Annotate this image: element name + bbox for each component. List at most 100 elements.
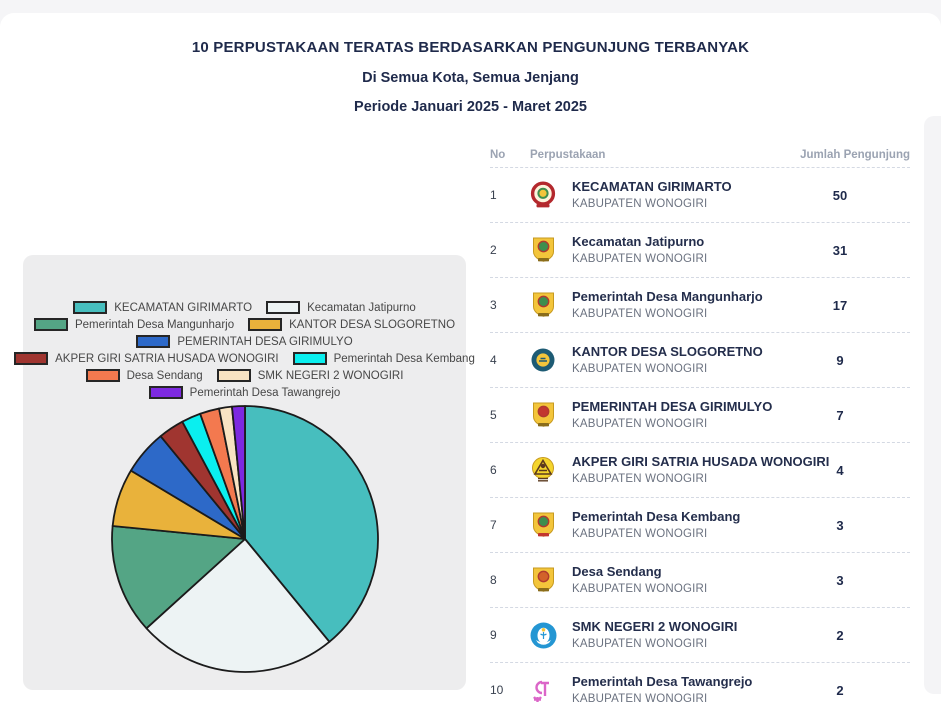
legend-item-10[interactable]: Pemerintah Desa Tawangrejo bbox=[149, 386, 341, 399]
pie-chart bbox=[109, 403, 381, 680]
legend-item-5[interactable]: PEMERINTAH DESA GIRIMULYO bbox=[136, 335, 352, 348]
row-number: 6 bbox=[490, 463, 520, 477]
library-region: KABUPATEN WONOGIRI bbox=[572, 582, 770, 597]
legend-item-3[interactable]: Pemerintah Desa Mangunharjo bbox=[34, 318, 234, 331]
library-region: KABUPATEN WONOGIRI bbox=[572, 527, 770, 542]
table-row-10[interactable]: 10 Pemerintah Desa TawangrejoKABUPATEN W… bbox=[490, 663, 910, 717]
adjacent-card-edge bbox=[924, 116, 941, 694]
legend-label: SMK NEGERI 2 WONOGIRI bbox=[258, 370, 404, 382]
row-number: 5 bbox=[490, 408, 520, 422]
akper-emblem-icon bbox=[528, 455, 558, 485]
column-header-jumlah-pengunjung: Jumlah Pengunjung bbox=[770, 149, 910, 161]
library-region: KABUPATEN WONOGIRI bbox=[572, 472, 770, 487]
legend-label: Pemerintah Desa Kembang bbox=[334, 353, 475, 365]
table-body: 1 KECAMATAN GIRIMARTOKABUPATEN WONOGIRI5… bbox=[490, 168, 910, 717]
legend-label: KECAMATAN GIRIMARTO bbox=[114, 302, 252, 314]
row-number: 2 bbox=[490, 243, 520, 257]
visitor-count: 31 bbox=[770, 243, 910, 258]
top-libraries-table: No Perpustakaan Jumlah Pengunjung 1 KECA… bbox=[490, 143, 910, 717]
library-name: PEMERINTAH DESA GIRIMULYO bbox=[572, 399, 770, 415]
visitor-count: 2 bbox=[770, 628, 910, 643]
legend-label: Pemerintah Desa Tawangrejo bbox=[190, 387, 341, 399]
visitor-count: 7 bbox=[770, 408, 910, 423]
legend-row: AKPER GIRI SATRIA HUSADA WONOGIRIPemerin… bbox=[23, 350, 466, 367]
table-row-8[interactable]: 8 Desa SendangKABUPATEN WONOGIRI3 bbox=[490, 553, 910, 608]
legend-row: Pemerintah Desa Mangunharjo KANTOR DESA S… bbox=[23, 316, 466, 333]
legend-swatch-icon bbox=[34, 318, 68, 331]
library-region: KABUPATEN WONOGIRI bbox=[572, 417, 770, 432]
report-card: 10 PERPUSTAKAAN TERATAS BERDASARKAN PENG… bbox=[0, 13, 941, 720]
legend-swatch-icon bbox=[86, 369, 120, 382]
visitor-count: 4 bbox=[770, 463, 910, 478]
legend-row: Pemerintah Desa Tawangrejo bbox=[23, 384, 466, 401]
legend-row: Desa Sendang SMK NEGERI 2 WONOGIRI bbox=[23, 367, 466, 384]
library-region: KABUPATEN WONOGIRI bbox=[572, 307, 770, 322]
row-number: 9 bbox=[490, 628, 520, 642]
table-row-7[interactable]: 7 Pemerintah Desa Kembang KABUPATEN WONOG… bbox=[490, 498, 910, 553]
legend-item-7[interactable]: Pemerintah Desa Kembang bbox=[293, 352, 475, 365]
row-number: 8 bbox=[490, 573, 520, 587]
library-name: Kecamatan Jatipurno bbox=[572, 234, 770, 250]
legend-swatch-icon bbox=[248, 318, 282, 331]
sendang-shield-icon bbox=[528, 565, 558, 595]
visitor-count: 50 bbox=[770, 188, 910, 203]
library-name: Pemerintah Desa Mangunharjo bbox=[572, 289, 770, 305]
legend-swatch-icon bbox=[136, 335, 170, 348]
library-region: KABUPATEN WONOGIRI bbox=[572, 197, 770, 212]
legend-row: PEMERINTAH DESA GIRIMULYO bbox=[23, 333, 466, 350]
library-region: KABUPATEN WONOGIRI bbox=[572, 637, 770, 652]
legend-item-9[interactable]: SMK NEGERI 2 WONOGIRI bbox=[217, 369, 404, 382]
table-row-5[interactable]: 5 PEMERINTAH DESA GIRIMULYO KABUPATEN WON… bbox=[490, 388, 910, 443]
page-period: Periode Januari 2025 - Maret 2025 bbox=[0, 99, 941, 115]
library-region: KABUPATEN WONOGIRI bbox=[572, 692, 770, 707]
row-number: 10 bbox=[490, 683, 520, 697]
report-header: 10 PERPUSTAKAAN TERATAS BERDASARKAN PENG… bbox=[0, 39, 941, 115]
visitor-count: 3 bbox=[770, 518, 910, 533]
kembang-shield-icon bbox=[528, 510, 558, 540]
legend-item-1[interactable]: KECAMATAN GIRIMARTO bbox=[73, 301, 252, 314]
legend-swatch-icon bbox=[293, 352, 327, 365]
legend-swatch-icon bbox=[217, 369, 251, 382]
table-row-1[interactable]: 1 KECAMATAN GIRIMARTO KABUPATEN WONOGIRI5… bbox=[490, 168, 910, 223]
jatipurno-shield-icon bbox=[528, 235, 558, 265]
row-number: 7 bbox=[490, 518, 520, 532]
table-row-3[interactable]: 3 Pemerintah Desa Mangunharjo KABUPATEN W… bbox=[490, 278, 910, 333]
mangunharjo-shield-icon bbox=[528, 290, 558, 320]
visitor-count: 9 bbox=[770, 353, 910, 368]
page-title: 10 PERPUSTAKAAN TERATAS BERDASARKAN PENG… bbox=[0, 39, 941, 56]
column-header-no: No bbox=[490, 149, 520, 161]
legend-label: Desa Sendang bbox=[127, 370, 203, 382]
library-name: KECAMATAN GIRIMARTO bbox=[572, 179, 770, 195]
pie-legend: KECAMATAN GIRIMARTO Kecamatan Jatipurno Pe… bbox=[23, 299, 466, 401]
row-number: 3 bbox=[490, 298, 520, 312]
legend-item-2[interactable]: Kecamatan Jatipurno bbox=[266, 301, 416, 314]
legend-label: AKPER GIRI SATRIA HUSADA WONOGIRI bbox=[55, 353, 278, 365]
visitor-count: 2 bbox=[770, 683, 910, 698]
legend-swatch-icon bbox=[266, 301, 300, 314]
legend-label: PEMERINTAH DESA GIRIMULYO bbox=[177, 336, 352, 348]
legend-label: KANTOR DESA SLOGORETNO bbox=[289, 319, 455, 331]
smk-tutwuri-icon bbox=[528, 620, 558, 650]
girimulyo-shield-icon bbox=[528, 400, 558, 430]
legend-row: KECAMATAN GIRIMARTO Kecamatan Jatipurno bbox=[23, 299, 466, 316]
library-name: Pemerintah Desa Kembang bbox=[572, 509, 770, 525]
table-row-9[interactable]: 9 SMK NEGERI 2 WONOGIRIKABUPATEN WONOGIR… bbox=[490, 608, 910, 663]
table-row-6[interactable]: 6 AKPER GIRI SATRIA HUSADA WONOGIRI KABUP… bbox=[490, 443, 910, 498]
column-header-perpustakaan: Perpustakaan bbox=[520, 149, 770, 161]
table-row-2[interactable]: 2 Kecamatan Jatipurno KABUPATEN WONOGIRI3… bbox=[490, 223, 910, 278]
library-region: KABUPATEN WONOGIRI bbox=[572, 252, 770, 267]
library-name: AKPER GIRI SATRIA HUSADA WONOGIRI bbox=[572, 454, 770, 470]
visitor-count: 3 bbox=[770, 573, 910, 588]
legend-item-4[interactable]: KANTOR DESA SLOGORETNO bbox=[248, 318, 455, 331]
legend-item-8[interactable]: Desa Sendang bbox=[86, 369, 203, 382]
page-subtitle: Di Semua Kota, Semua Jenjang bbox=[0, 70, 941, 86]
pie-chart-card: KECAMATAN GIRIMARTO Kecamatan Jatipurno Pe… bbox=[23, 255, 466, 690]
legend-label: Pemerintah Desa Mangunharjo bbox=[75, 319, 234, 331]
legend-swatch-icon bbox=[149, 386, 183, 399]
row-number: 1 bbox=[490, 188, 520, 202]
slogoretno-round-icon bbox=[528, 345, 558, 375]
table-header-row: No Perpustakaan Jumlah Pengunjung bbox=[490, 143, 910, 167]
legend-item-6[interactable]: AKPER GIRI SATRIA HUSADA WONOGIRI bbox=[14, 352, 278, 365]
table-row-4[interactable]: 4 KANTOR DESA SLOGORETNOKABUPATEN WONOGI… bbox=[490, 333, 910, 388]
legend-swatch-icon bbox=[73, 301, 107, 314]
